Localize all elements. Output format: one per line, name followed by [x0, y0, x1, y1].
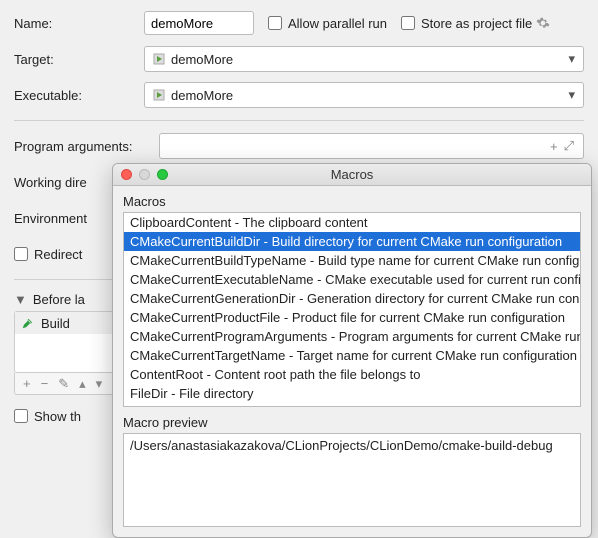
allow-parallel-box[interactable] — [268, 16, 282, 30]
down-icon[interactable]: ▾ — [92, 376, 107, 392]
store-project-label: Store as project file — [421, 16, 532, 31]
disclosure-icon[interactable]: ▼ — [14, 292, 27, 307]
chevron-down-icon: ▾ — [568, 87, 575, 103]
up-icon[interactable]: ▴ — [75, 376, 90, 392]
macro-item[interactable]: CMakeCurrentBuildTypeName - Build type n… — [124, 251, 580, 270]
redirect-label: Redirect — [34, 247, 82, 262]
run-icon — [153, 89, 165, 101]
program-args-label: Program arguments: — [14, 139, 159, 154]
macro-item[interactable]: FileDirName - File directory name — [124, 403, 580, 407]
executable-dropdown[interactable]: demoMore ▾ — [144, 82, 584, 108]
macro-item[interactable]: CMakeCurrentBuildDir - Build directory f… — [124, 232, 580, 251]
macro-item[interactable]: CMakeCurrentTargetName - Target name for… — [124, 346, 580, 365]
macros-list[interactable]: ClipboardContent - The clipboard content… — [123, 212, 581, 407]
before-launch-label: Before la — [33, 292, 85, 307]
macro-preview: /Users/anastasiakazakova/CLionProjects/C… — [123, 433, 581, 527]
run-icon — [153, 53, 165, 65]
gear-icon[interactable] — [536, 16, 550, 30]
macro-item[interactable]: CMakeCurrentGenerationDir - Generation d… — [124, 289, 580, 308]
minimize-icon — [139, 169, 150, 180]
target-dropdown[interactable]: demoMore ▾ — [144, 46, 584, 72]
executable-label: Executable: — [14, 88, 144, 103]
target-value: demoMore — [171, 52, 233, 67]
expand-icon[interactable]: ⤢ — [561, 138, 577, 154]
macro-item[interactable]: ClipboardContent - The clipboard content — [124, 213, 580, 232]
show-box[interactable] — [14, 409, 28, 423]
allow-parallel-checkbox[interactable]: Allow parallel run — [268, 16, 387, 31]
macros-list-label: Macros — [123, 194, 581, 209]
build-item-label: Build — [41, 316, 70, 331]
macros-window: Macros Macros ClipboardContent - The cli… — [112, 163, 592, 538]
redirect-checkbox[interactable]: Redirect — [14, 247, 82, 262]
redirect-box[interactable] — [14, 247, 28, 261]
show-label: Show th — [34, 409, 81, 424]
store-project-checkbox[interactable]: Store as project file — [401, 16, 532, 31]
add-icon[interactable]: + — [19, 376, 35, 391]
window-title: Macros — [113, 167, 591, 182]
remove-icon[interactable]: − — [37, 376, 53, 391]
allow-parallel-label: Allow parallel run — [288, 16, 387, 31]
macro-item[interactable]: FileDir - File directory — [124, 384, 580, 403]
show-checkbox[interactable]: Show th — [14, 409, 81, 424]
executable-value: demoMore — [171, 88, 233, 103]
name-input[interactable] — [144, 11, 254, 35]
titlebar[interactable]: Macros — [113, 164, 591, 186]
target-label: Target: — [14, 52, 144, 67]
zoom-icon[interactable] — [157, 169, 168, 180]
edit-icon[interactable]: ✎ — [54, 376, 73, 392]
program-args-input[interactable] — [160, 135, 547, 157]
divider — [14, 120, 584, 121]
name-label: Name: — [14, 16, 144, 31]
macro-item[interactable]: CMakeCurrentProductFile - Product file f… — [124, 308, 580, 327]
macro-item[interactable]: CMakeCurrentProgramArguments - Program a… — [124, 327, 580, 346]
store-project-box[interactable] — [401, 16, 415, 30]
close-icon[interactable] — [121, 169, 132, 180]
chevron-down-icon: ▾ — [568, 51, 575, 67]
hammer-icon — [21, 316, 35, 330]
macro-item[interactable]: ContentRoot - Content root path the file… — [124, 365, 580, 384]
macro-item[interactable]: CMakeCurrentExecutableName - CMake execu… — [124, 270, 580, 289]
macro-preview-label: Macro preview — [123, 415, 581, 430]
plus-icon[interactable]: + — [547, 139, 561, 154]
